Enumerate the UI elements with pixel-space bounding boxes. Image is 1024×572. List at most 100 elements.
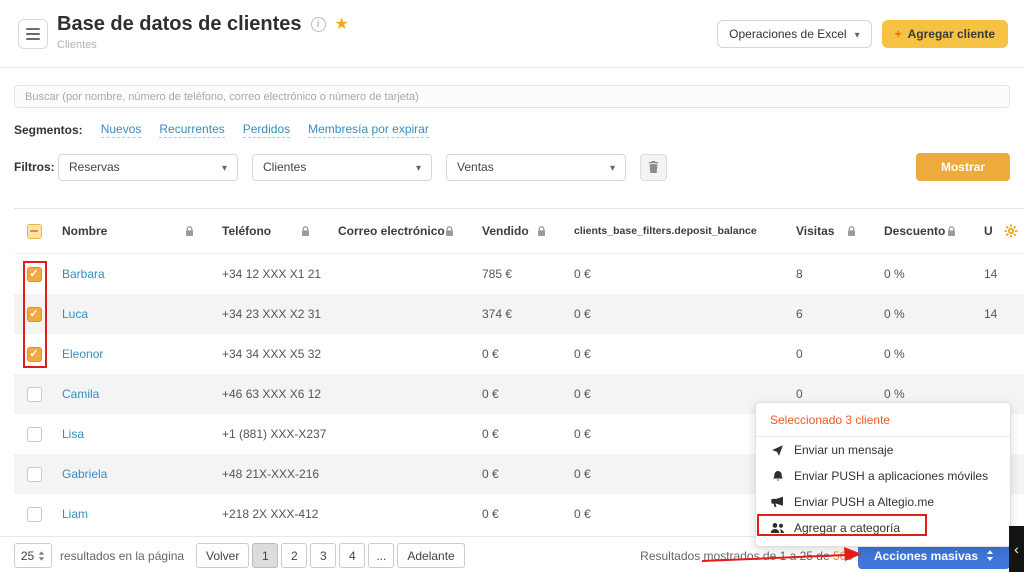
- lock-icon: [847, 226, 856, 237]
- column-settings-button[interactable]: [1004, 224, 1018, 241]
- hamburger-icon: [26, 28, 40, 30]
- chevron-down-icon: [855, 27, 860, 41]
- column-header-visitas[interactable]: Visitas: [788, 224, 876, 238]
- client-name-link[interactable]: Eleonor: [62, 347, 103, 361]
- client-phone: +48 21X-XXX-216: [214, 467, 330, 481]
- pagination-page-3[interactable]: 3: [310, 543, 336, 568]
- client-deposit: 0 €: [566, 387, 788, 401]
- users-icon: [770, 522, 785, 534]
- column-header-nombre[interactable]: Nombre: [54, 224, 214, 238]
- client-phone: +34 34 XXX X5 32: [214, 347, 330, 361]
- filter-select-ventas[interactable]: Ventas: [446, 154, 626, 181]
- chevron-left-icon: [1014, 542, 1019, 556]
- table-row: Luca +34 23 XXX X2 31 374 € 0 € 6 0 % 14: [14, 294, 1024, 334]
- clear-filters-button[interactable]: [640, 154, 667, 181]
- results-summary: Resultados mostrados de 1 a 25 de 563: [615, 549, 853, 563]
- collapse-panel-toggle[interactable]: [1009, 526, 1024, 572]
- select-all-checkbox[interactable]: [27, 224, 42, 239]
- plus-icon: +: [895, 27, 902, 41]
- filters-label: Filtros:: [14, 160, 58, 174]
- row-checkbox[interactable]: [27, 267, 42, 282]
- menu-item-add-to-category[interactable]: Agregar a categoría: [756, 515, 1010, 541]
- client-sold: 0 €: [474, 467, 566, 481]
- column-header-descuento[interactable]: Descuento: [876, 224, 976, 238]
- filter-select-reservas[interactable]: Reservas: [58, 154, 238, 181]
- breadcrumb: Clientes: [57, 39, 349, 51]
- up-down-arrows-icon: [986, 550, 994, 561]
- menu-item-push-mobile[interactable]: Enviar PUSH a aplicaciones móviles: [756, 463, 1010, 489]
- table-row: Barbara +34 12 XXX X1 21 785 € 0 € 8 0 %…: [14, 254, 1024, 294]
- excel-operations-button[interactable]: Operaciones de Excel: [717, 20, 871, 48]
- column-header-vendido[interactable]: Vendido: [474, 224, 566, 238]
- pagination-forward-button[interactable]: Adelante: [397, 543, 464, 568]
- client-sold: 0 €: [474, 427, 566, 441]
- page-title: Base de datos de clientes: [57, 13, 302, 36]
- client-name-link[interactable]: Gabriela: [62, 467, 107, 481]
- lock-icon: [301, 226, 310, 237]
- pagination: Volver 1 2 3 4 ... Adelante: [196, 543, 465, 568]
- client-deposit: 0 €: [566, 307, 788, 321]
- row-checkbox[interactable]: [27, 307, 42, 322]
- up-down-arrows-icon: [38, 551, 45, 561]
- client-phone: +46 63 XXX X6 12: [214, 387, 330, 401]
- show-button[interactable]: Mostrar: [916, 153, 1010, 181]
- title-block: Base de datos de clientes Clientes: [57, 13, 349, 51]
- column-header-correo[interactable]: Correo electrónico: [330, 224, 474, 238]
- table-header: Nombre Teléfono Correo electrónico Vendi…: [14, 208, 1024, 254]
- client-visits: 0: [788, 347, 876, 361]
- client-last-visit: 14: [976, 307, 1024, 321]
- row-checkbox[interactable]: [27, 427, 42, 442]
- client-name-link[interactable]: Luca: [62, 307, 88, 321]
- per-page-select[interactable]: 25: [14, 543, 52, 568]
- pagination-page-4[interactable]: 4: [339, 543, 365, 568]
- client-database-page: Base de datos de clientes Clientes Opera…: [0, 0, 1024, 572]
- client-sold: 0 €: [474, 347, 566, 361]
- search-row: [14, 85, 1010, 108]
- menu-item-send-message[interactable]: Enviar un mensaje: [756, 437, 1010, 463]
- row-checkbox[interactable]: [27, 507, 42, 522]
- pagination-page-2[interactable]: 2: [281, 543, 307, 568]
- client-visits: 6: [788, 307, 876, 321]
- client-name-link[interactable]: Lisa: [62, 427, 84, 441]
- segments-label: Segmentos:: [14, 123, 83, 137]
- row-checkbox[interactable]: [27, 467, 42, 482]
- client-name-link[interactable]: Camila: [62, 387, 99, 401]
- row-checkbox[interactable]: [27, 387, 42, 402]
- filter-select-clientes[interactable]: Clientes: [252, 154, 432, 181]
- megaphone-icon: [770, 496, 785, 508]
- client-sold: 374 €: [474, 307, 566, 321]
- client-name-link[interactable]: Liam: [62, 507, 88, 521]
- chevron-down-icon: [610, 160, 615, 174]
- pagination-ellipsis[interactable]: ...: [368, 543, 394, 568]
- segment-link-perdidos[interactable]: Perdidos: [243, 122, 290, 138]
- table-row: Eleonor +34 34 XXX X5 32 0 € 0 € 0 0 %: [14, 334, 1024, 374]
- column-header-deposit-balance[interactable]: clients_base_filters.deposit_balance: [566, 225, 788, 237]
- lock-icon: [537, 226, 546, 237]
- client-name-link[interactable]: Barbara: [62, 267, 105, 281]
- bulk-actions-popup: Seleccionado 3 cliente Enviar un mensaje…: [755, 402, 1011, 547]
- search-input[interactable]: [14, 85, 1010, 108]
- client-phone: +34 12 XXX X1 21: [214, 267, 330, 281]
- pagination-back-button[interactable]: Volver: [196, 543, 249, 568]
- row-checkbox[interactable]: [27, 347, 42, 362]
- client-phone: +218 2X XXX-412: [214, 507, 330, 521]
- paper-plane-icon: [770, 444, 785, 457]
- menu-item-push-altegio[interactable]: Enviar PUSH a Altegio.me: [756, 489, 1010, 515]
- segment-link-membresia[interactable]: Membresía por expirar: [308, 122, 429, 138]
- client-phone: +34 23 XXX X2 31: [214, 307, 330, 321]
- segment-link-nuevos[interactable]: Nuevos: [101, 122, 142, 138]
- client-visits: 8: [788, 267, 876, 281]
- client-sold: 785 €: [474, 267, 566, 281]
- client-deposit: 0 €: [566, 347, 788, 361]
- client-sold: 0 €: [474, 507, 566, 521]
- hamburger-menu-button[interactable]: [18, 19, 48, 49]
- client-phone: +1 (881) XXX-X237: [214, 427, 330, 441]
- star-icon[interactable]: [335, 17, 349, 33]
- info-icon[interactable]: [311, 17, 326, 32]
- pagination-page-1[interactable]: 1: [252, 543, 278, 568]
- bell-icon: [770, 470, 785, 483]
- column-header-telefono[interactable]: Teléfono: [214, 224, 330, 238]
- segment-link-recurrentes[interactable]: Recurrentes: [159, 122, 224, 138]
- add-client-button[interactable]: + Agregar cliente: [882, 20, 1008, 48]
- client-discount: 0 %: [876, 307, 976, 321]
